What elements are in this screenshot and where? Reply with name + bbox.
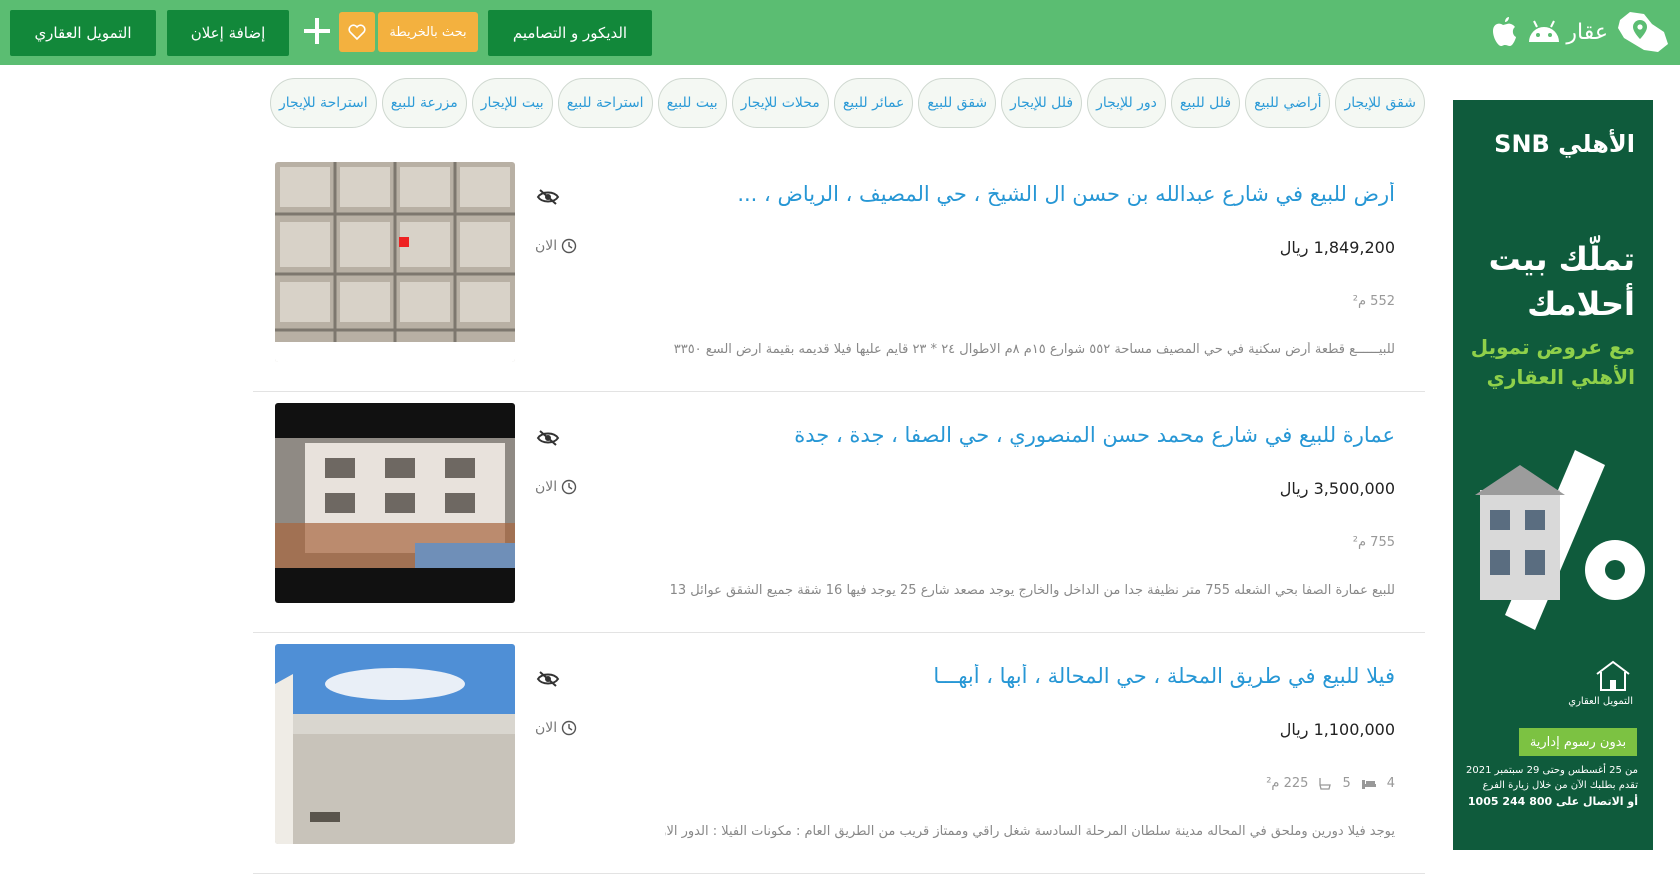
listing-title[interactable]: فيلا للبيع في طريق المحلة ، حي المحالة ،… (615, 664, 1395, 688)
ad-headline-1: تملّك بيت (1488, 240, 1635, 278)
ad-cta[interactable]: بدون رسوم إدارية (1519, 728, 1637, 756)
posted-time-text: الان (535, 720, 558, 736)
clock-icon (561, 479, 577, 495)
listing-card[interactable]: الان أرض للبيع في شارع عبدالله بن حسن ال… (253, 152, 1425, 392)
listing-baths: 5 (1342, 776, 1351, 791)
heart-icon (348, 24, 366, 40)
posted-time: الان (535, 238, 577, 254)
filter-chip[interactable]: بيت للإيجار (471, 78, 553, 128)
listing-beds: 4 (1386, 776, 1395, 791)
ad-phone-text: أو الاتصال على 800 244 1005 (1467, 795, 1638, 808)
filter-chip[interactable]: أراضي للبيع (1245, 78, 1331, 128)
map-search-button[interactable]: بحث بالخريطة (378, 12, 478, 52)
villa-rooftop-photo (275, 644, 515, 844)
category-filters: شقق للإيجار أراضي للبيع فلل للبيع دور لل… (260, 78, 1425, 128)
ad-brand: الأهلي SNB (1494, 130, 1635, 158)
filter-chip[interactable]: شقق للبيع (918, 78, 997, 128)
ad-date-text: من 25 أغسطس وحتى 29 سبتمبر 2021 (1466, 765, 1638, 776)
plus-icon[interactable] (300, 14, 334, 48)
filter-chip[interactable]: محلات للإيجار (731, 78, 829, 128)
listing-price: 1,849,200 ريال (1279, 238, 1395, 257)
listing-meta: 552 م² (1353, 294, 1395, 309)
listing-price: 3,500,000 ريال (1279, 479, 1395, 498)
listing-area: 552 م² (1352, 294, 1395, 309)
filter-chip[interactable]: شقق للإيجار (1335, 78, 1425, 128)
real-estate-finance-button[interactable]: التمويل العقاري (10, 10, 156, 56)
bathtub-icon (1319, 777, 1332, 790)
site-logo[interactable]: عقار (1566, 8, 1670, 56)
listing-description: يوجد فيلا دورين وملحق في المحاله مدينة س… (665, 824, 1395, 839)
filter-chip[interactable]: مزرعة للبيع (381, 78, 467, 128)
apple-icon[interactable] (1490, 16, 1516, 48)
listing-price: 1,100,000 ريال (1279, 720, 1395, 739)
bed-icon (1361, 779, 1376, 789)
filter-chip[interactable]: دور للإيجار (1087, 78, 1166, 128)
eye-slash-icon[interactable] (536, 670, 560, 688)
posted-time: الان (535, 720, 577, 736)
posted-time-text: الان (535, 238, 558, 254)
aerial-map-image (275, 162, 515, 362)
listing-meta: 4 5 225 م² (1266, 776, 1395, 791)
favorites-button[interactable] (339, 12, 375, 52)
filter-chip[interactable]: عمائر للبيع (833, 78, 914, 128)
listing-card[interactable]: الان فيلا للبيع في طريق المحلة ، حي المح… (253, 634, 1425, 874)
android-icon[interactable] (1526, 18, 1562, 44)
ad-headline-4: الأهلي العقاري (1486, 365, 1635, 389)
house-icon (1596, 660, 1630, 691)
filter-chip[interactable]: استراحة للإيجار (270, 78, 377, 128)
posted-time: الان (535, 479, 577, 495)
listing-description: للبيع عمارة الصفا بحي الشعله 755 متر نظي… (669, 583, 1395, 598)
listing-meta: 755 م² (1353, 535, 1395, 550)
listing-image[interactable] (275, 403, 515, 603)
saudi-map-pin-icon (1618, 12, 1668, 52)
listing-image[interactable] (275, 644, 515, 844)
villa-percent-graphic (1475, 450, 1645, 630)
ad-headline-3: مع عروض تمويل (1470, 335, 1635, 359)
filter-chip[interactable]: بيت للبيع (657, 78, 727, 128)
logo-text: عقار (1566, 19, 1608, 45)
listing-title[interactable]: أرض للبيع في شارع عبدالله بن حسن ال الشي… (615, 182, 1395, 206)
add-ad-button[interactable]: إضافة إعلان (167, 10, 289, 56)
ad-apply-text: تقدم بطلبك الآن من خلال زيارة الفرع (1482, 780, 1638, 791)
listing-description: للبيــــــع قطعة أرض سكنية في حي المصيف … (673, 342, 1395, 357)
top-navbar: التمويل العقاري إضافة إعلان بحث بالخريطة… (0, 0, 1680, 65)
eye-slash-icon[interactable] (536, 188, 560, 206)
eye-slash-icon[interactable] (536, 429, 560, 447)
ad-badge-label: التمويل العقاري (1568, 696, 1633, 707)
ad-headline-2: أحلامك (1527, 285, 1635, 323)
posted-time-text: الان (535, 479, 558, 495)
listing-area: 755 م² (1352, 535, 1395, 550)
clock-icon (561, 238, 577, 254)
listing-image[interactable] (275, 162, 515, 362)
filter-chip[interactable]: فلل للإيجار (1001, 78, 1083, 128)
listing-title[interactable]: عمارة للبيع في شارع محمد حسن المنصوري ، … (615, 423, 1395, 447)
listing-card[interactable]: الان عمارة للبيع في شارع محمد حسن المنصو… (253, 393, 1425, 633)
filter-chip[interactable]: استراحة للبيع (557, 78, 653, 128)
filter-chip[interactable]: فلل للبيع (1170, 78, 1241, 128)
listing-area: 225 م² (1266, 776, 1309, 791)
building-photo (275, 403, 515, 603)
clock-icon (561, 720, 577, 736)
decor-designs-button[interactable]: الديكور و التصاميم (488, 10, 652, 56)
snb-advertisement[interactable]: الأهلي SNB تملّك بيت أحلامك مع عروض تموي… (1453, 100, 1653, 850)
